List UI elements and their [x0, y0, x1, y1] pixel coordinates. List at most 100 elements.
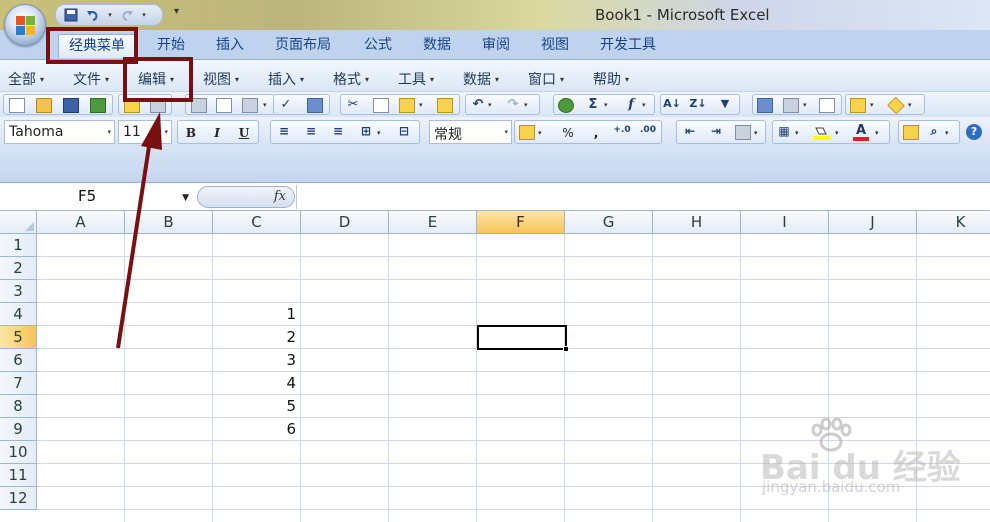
sort-descending-icon[interactable]: Z↓ [689, 97, 707, 110]
save-icon[interactable] [63, 98, 79, 113]
paste-icon[interactable] [399, 98, 415, 113]
new-document-icon[interactable] [9, 98, 25, 113]
decrease-decimal-icon[interactable]: .00 [639, 125, 657, 135]
redo-icon[interactable] [118, 7, 136, 23]
chevron-down-icon[interactable]: ▾ [870, 101, 874, 109]
row-header-1[interactable]: 1 [0, 234, 37, 257]
row-header-9[interactable]: 9 [0, 418, 37, 441]
merge-center-icon[interactable]: ⊞ [357, 124, 375, 138]
table-icon[interactable] [819, 98, 835, 113]
column-header-d[interactable]: D [301, 211, 389, 234]
menu-tools[interactable]: 工具 ▾ [398, 69, 434, 89]
row-header-11[interactable]: 11 [0, 464, 37, 487]
diamond-icon[interactable] [887, 96, 905, 115]
hyperlink-icon[interactable] [558, 98, 574, 113]
menu-data[interactable]: 数据 ▾ [463, 69, 499, 89]
cell-c5[interactable]: 2 [210, 328, 296, 346]
tab-page-layout[interactable]: 页面布局 [275, 36, 331, 60]
chart-icon[interactable] [757, 98, 773, 113]
italic-button[interactable]: I [206, 122, 228, 144]
cut-icon[interactable]: ✂ [344, 97, 362, 112]
chevron-down-icon[interactable]: ▾ [524, 101, 528, 109]
chevron-down-icon[interactable]: ▾ [754, 129, 758, 137]
row-header-3[interactable]: 3 [0, 280, 37, 303]
undo-icon[interactable] [84, 7, 102, 23]
active-cell-cursor[interactable] [477, 325, 569, 352]
chevron-down-icon[interactable]: ▾ [945, 129, 949, 137]
filter-icon[interactable]: ▼ [716, 97, 734, 110]
chevron-down-icon[interactable]: ▾ [835, 129, 839, 137]
align-center-icon[interactable]: ≡ [302, 124, 320, 138]
row-header-7[interactable]: 7 [0, 372, 37, 395]
row-header-4[interactable]: 4 [0, 303, 37, 326]
row-header-6[interactable]: 6 [0, 349, 37, 372]
cell-c6[interactable]: 3 [210, 351, 296, 369]
row-header-10[interactable]: 10 [0, 441, 37, 464]
cell-style-icon[interactable] [735, 125, 751, 140]
cell-c4[interactable]: 1 [210, 305, 296, 323]
column-header-j[interactable]: J [829, 211, 917, 234]
fill-color-icon[interactable] [813, 126, 831, 140]
number-format-combo[interactable]: 常规 ▾ [429, 120, 512, 144]
decrease-indent-icon[interactable]: ⇤ [681, 124, 699, 138]
chevron-down-icon[interactable]: ▾ [642, 101, 646, 109]
menu-window[interactable]: 窗口 ▾ [528, 69, 564, 89]
redo-icon[interactable]: ↷ [504, 97, 522, 112]
menu-help[interactable]: 帮助 ▾ [593, 69, 629, 89]
research-icon[interactable] [307, 98, 323, 113]
chevron-down-icon[interactable]: ▾ [263, 101, 267, 109]
chevron-down-icon[interactable]: ▾ [419, 101, 423, 109]
autosum-icon[interactable]: Σ [584, 97, 602, 112]
chevron-down-icon[interactable]: ▾ [538, 129, 542, 137]
column-header-k[interactable]: K [917, 211, 990, 234]
underline-button[interactable]: U [233, 122, 255, 144]
menu-file[interactable]: 文件 ▾ [73, 69, 109, 89]
column-header-f[interactable]: F [477, 211, 565, 234]
currency-icon[interactable] [519, 125, 535, 140]
redo-dropdown-icon[interactable]: ▾ [140, 7, 148, 23]
chevron-down-icon[interactable]: ▾ [875, 129, 879, 137]
column-header-h[interactable]: H [653, 211, 741, 234]
styles-icon[interactable] [903, 125, 919, 140]
increase-indent-icon[interactable]: ⇥ [707, 124, 725, 138]
page-setup-icon[interactable] [242, 98, 258, 113]
font-name-combo[interactable]: Tahoma ▾ [4, 120, 115, 144]
select-all-button[interactable] [0, 211, 37, 234]
tab-developer[interactable]: 开发工具 [600, 36, 656, 60]
cell-c7[interactable]: 4 [210, 374, 296, 392]
undo-icon[interactable]: ↶ [469, 97, 487, 112]
cell-c8[interactable]: 5 [210, 397, 296, 415]
save-as-icon[interactable] [90, 98, 106, 113]
chevron-down-icon[interactable]: ▾ [488, 101, 492, 109]
cell-c9[interactable]: 6 [210, 420, 296, 438]
column-header-b[interactable]: B [125, 211, 213, 234]
bold-button[interactable]: B [180, 122, 202, 144]
tab-view[interactable]: 视图 [541, 36, 569, 60]
print-preview-icon[interactable] [216, 98, 232, 113]
tab-review[interactable]: 审阅 [482, 36, 510, 60]
insert-function-icon[interactable]: fx [274, 189, 286, 204]
print-icon[interactable] [191, 98, 207, 113]
menu-all[interactable]: 全部 ▾ [8, 69, 44, 89]
column-header-g[interactable]: G [565, 211, 653, 234]
sort-ascending-icon[interactable]: A↓ [663, 97, 681, 110]
font-color-icon[interactable]: A [851, 123, 871, 143]
tab-formulas[interactable]: 公式 [364, 36, 392, 60]
chevron-down-icon[interactable]: ▾ [908, 101, 912, 109]
row-header-8[interactable]: 8 [0, 395, 37, 418]
name-box[interactable]: F5 ▼ [0, 185, 195, 209]
align-right-icon[interactable]: ≡ [329, 124, 347, 138]
chevron-down-icon[interactable]: ▾ [377, 129, 381, 137]
chevron-down-icon[interactable]: ▼ [182, 193, 189, 203]
font-size-combo[interactable]: 11 ▾ [118, 120, 172, 144]
column-header-e[interactable]: E [389, 211, 477, 234]
customize-qat-icon[interactable]: ▾ [174, 6, 179, 17]
row-header-12[interactable]: 12 [0, 487, 37, 510]
comma-button[interactable]: , [585, 122, 607, 144]
tab-data[interactable]: 数据 [423, 36, 451, 60]
shapes-icon[interactable] [783, 98, 799, 113]
find-icon[interactable]: ⌕ [925, 124, 943, 139]
column-header-a[interactable]: A [37, 211, 125, 234]
undo-dropdown-icon[interactable]: ▾ [106, 7, 114, 23]
increase-decimal-icon[interactable]: +.0 [613, 125, 631, 135]
